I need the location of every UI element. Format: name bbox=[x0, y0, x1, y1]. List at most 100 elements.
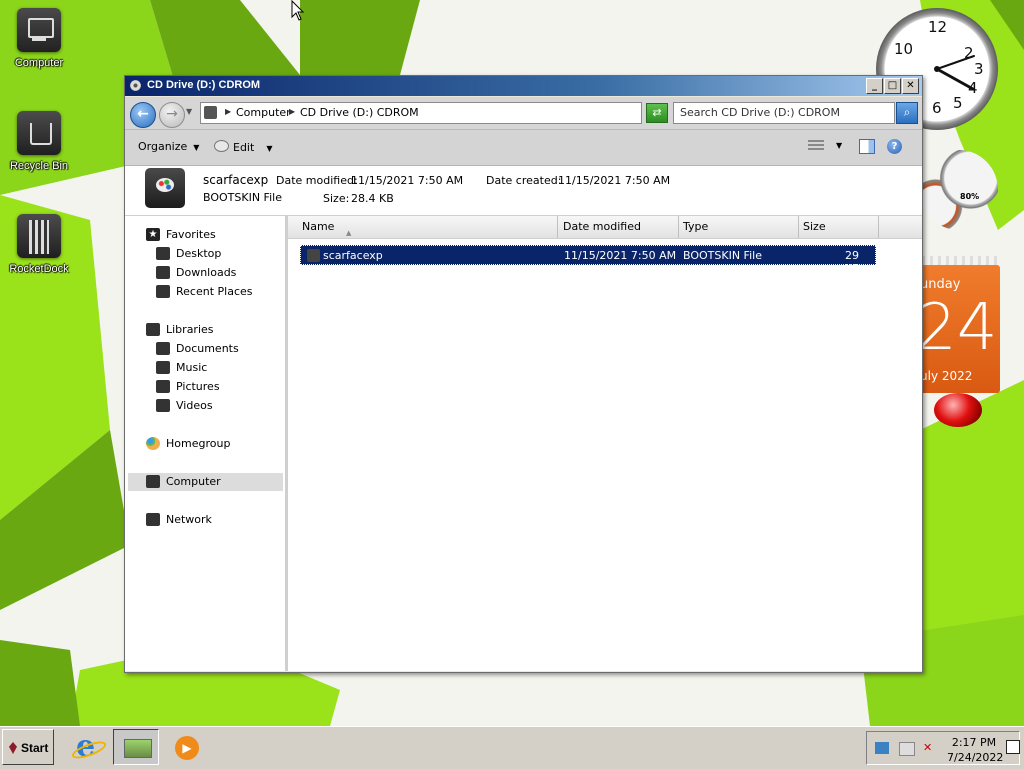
column-header-date[interactable]: Date modified bbox=[559, 216, 679, 238]
maximize-button[interactable]: □ bbox=[884, 78, 901, 94]
nav-label: Pictures bbox=[176, 379, 220, 393]
nav-pictures[interactable]: Pictures bbox=[156, 377, 220, 395]
close-button[interactable]: ✕ bbox=[902, 78, 919, 94]
organize-button[interactable]: Organize ▼ bbox=[138, 140, 199, 153]
address-field[interactable]: ▶ Computer ▶ CD Drive (D:) CDROM ▼ bbox=[200, 102, 708, 124]
navigation-pane: ★ Favorites Desktop Downloads Recent Plac… bbox=[125, 216, 288, 671]
back-button[interactable]: ← bbox=[130, 102, 156, 128]
desktop-icon-label: Recycle Bin bbox=[9, 160, 69, 172]
details-date-created: 11/15/2021 7:50 AM bbox=[558, 174, 671, 187]
taskbar: Start ✕ 2:17 PM 7/24/2022 bbox=[0, 726, 1024, 769]
cd-drive-icon bbox=[204, 106, 217, 119]
computer-icon bbox=[146, 474, 160, 488]
network-tray-icon[interactable] bbox=[875, 742, 889, 754]
network-icon bbox=[146, 512, 160, 526]
volume-muted-icon[interactable]: ✕ bbox=[923, 742, 937, 754]
views-icon[interactable] bbox=[808, 140, 824, 152]
show-desktop-button[interactable] bbox=[1006, 740, 1020, 754]
breadcrumb-cd-drive[interactable]: CD Drive (D:) CDROM bbox=[300, 106, 419, 119]
nav-computer[interactable]: Computer bbox=[146, 472, 221, 490]
computer-icon bbox=[17, 8, 61, 52]
details-date-modified-label: Date modified: bbox=[276, 174, 358, 187]
star-icon: ★ bbox=[146, 227, 160, 241]
column-label: Date modified bbox=[563, 220, 641, 233]
paint-palette-icon bbox=[214, 140, 229, 152]
details-date-created-label: Date created: bbox=[486, 174, 562, 187]
documents-icon bbox=[156, 341, 170, 355]
action-center-icon[interactable] bbox=[899, 742, 915, 756]
recent-places-icon bbox=[156, 284, 170, 298]
nav-documents[interactable]: Documents bbox=[156, 339, 239, 357]
downloads-icon bbox=[156, 265, 170, 279]
nav-label: Favorites bbox=[166, 227, 216, 241]
tray-date[interactable]: 7/24/2022 bbox=[947, 751, 1003, 764]
calendar-day: unday bbox=[920, 277, 961, 292]
start-label: Start bbox=[21, 741, 49, 755]
edit-button[interactable]: Edit ▼ bbox=[214, 140, 272, 154]
nav-recent-places[interactable]: Recent Places bbox=[156, 282, 253, 300]
details-file-type: BOOTSKIN File bbox=[203, 191, 282, 204]
nav-label: Music bbox=[176, 360, 208, 374]
forward-button[interactable]: → bbox=[159, 102, 185, 128]
help-icon[interactable]: ? bbox=[887, 139, 902, 154]
title-bar[interactable]: CD Drive (D:) CDROM _ □ ✕ bbox=[125, 76, 922, 96]
libraries-icon bbox=[146, 322, 160, 336]
refresh-button[interactable]: ⇄ bbox=[646, 103, 668, 123]
taskbar-explorer-window-button[interactable] bbox=[113, 729, 159, 765]
calendar-date: 24 bbox=[916, 291, 998, 365]
mouse-cursor-icon bbox=[291, 0, 305, 21]
edit-label: Edit bbox=[233, 141, 255, 154]
desktop-icon-computer[interactable]: Computer bbox=[0, 8, 78, 69]
file-row[interactable]: scarfacexp 11/15/2021 7:50 AM BOOTSKIN F… bbox=[300, 245, 876, 275]
tray-time[interactable]: 2:17 PM bbox=[951, 736, 997, 749]
chevron-right-icon[interactable]: ▶ bbox=[225, 107, 231, 116]
column-header-name[interactable]: Name ▲ bbox=[298, 216, 558, 238]
column-header-type[interactable]: Type bbox=[679, 216, 799, 238]
nav-network[interactable]: Network bbox=[146, 510, 212, 528]
nav-libraries[interactable]: Libraries bbox=[146, 320, 214, 338]
bootskin-file-icon bbox=[307, 249, 320, 262]
media-player-icon[interactable] bbox=[171, 731, 205, 765]
desktop-icon-recycle-bin[interactable]: Recycle Bin bbox=[0, 111, 78, 172]
nav-favorites[interactable]: ★ Favorites bbox=[146, 225, 216, 243]
nav-music[interactable]: Music bbox=[156, 358, 207, 376]
calendar-gadget[interactable]: unday 24 uly 2022 bbox=[916, 265, 1000, 393]
chevron-down-icon: ▼ bbox=[193, 143, 200, 152]
nav-videos[interactable]: Videos bbox=[156, 396, 213, 414]
minimize-button[interactable]: _ bbox=[866, 78, 883, 94]
search-input[interactable]: Search CD Drive (D:) CDROM bbox=[673, 102, 895, 124]
nav-homegroup[interactable]: Homegroup bbox=[146, 434, 230, 452]
nav-label: Recent Places bbox=[176, 284, 253, 298]
nav-downloads[interactable]: Downloads bbox=[156, 263, 236, 281]
desktop-icon-label: Computer bbox=[14, 57, 64, 69]
breadcrumb-computer[interactable]: Computer bbox=[236, 106, 291, 119]
organize-label: Organize bbox=[138, 140, 188, 153]
nav-label: Desktop bbox=[176, 246, 222, 260]
details-file-name: scarfacexp bbox=[203, 173, 269, 187]
internet-explorer-icon[interactable] bbox=[70, 729, 104, 765]
desktop-icon-rocketdock[interactable]: RocketDock bbox=[0, 214, 78, 275]
search-icon[interactable]: ⌕ bbox=[896, 102, 918, 124]
cpu-meter-gadget[interactable]: 80% bbox=[920, 150, 998, 230]
chevron-down-icon[interactable]: ▼ bbox=[836, 141, 842, 150]
nav-label: Network bbox=[166, 512, 212, 526]
nav-label: Computer bbox=[166, 474, 221, 488]
chevron-right-icon[interactable]: ▶ bbox=[289, 107, 295, 116]
rocketdock-icon bbox=[17, 214, 61, 258]
start-button[interactable]: Start bbox=[2, 729, 54, 765]
file-name: scarfacexp bbox=[323, 249, 383, 262]
cd-drive-icon bbox=[130, 80, 141, 91]
details-pane: scarfacexp BOOTSKIN File Date modified: … bbox=[125, 166, 922, 216]
history-dropdown-icon[interactable]: ▼ bbox=[186, 107, 192, 116]
meter-percent: 80% bbox=[960, 192, 980, 201]
search-placeholder: Search CD Drive (D:) CDROM bbox=[680, 106, 840, 119]
red-ball-gadget[interactable] bbox=[934, 393, 982, 427]
column-header-row: Name ▲ Date modified Type Size bbox=[288, 216, 922, 239]
preview-pane-icon[interactable] bbox=[859, 139, 875, 154]
nav-desktop[interactable]: Desktop bbox=[156, 244, 221, 262]
file-type: BOOTSKIN File bbox=[683, 249, 762, 262]
column-header-size[interactable]: Size bbox=[799, 216, 879, 238]
nav-label: Downloads bbox=[176, 265, 237, 279]
column-label: Type bbox=[683, 220, 709, 233]
videos-icon bbox=[156, 398, 170, 412]
